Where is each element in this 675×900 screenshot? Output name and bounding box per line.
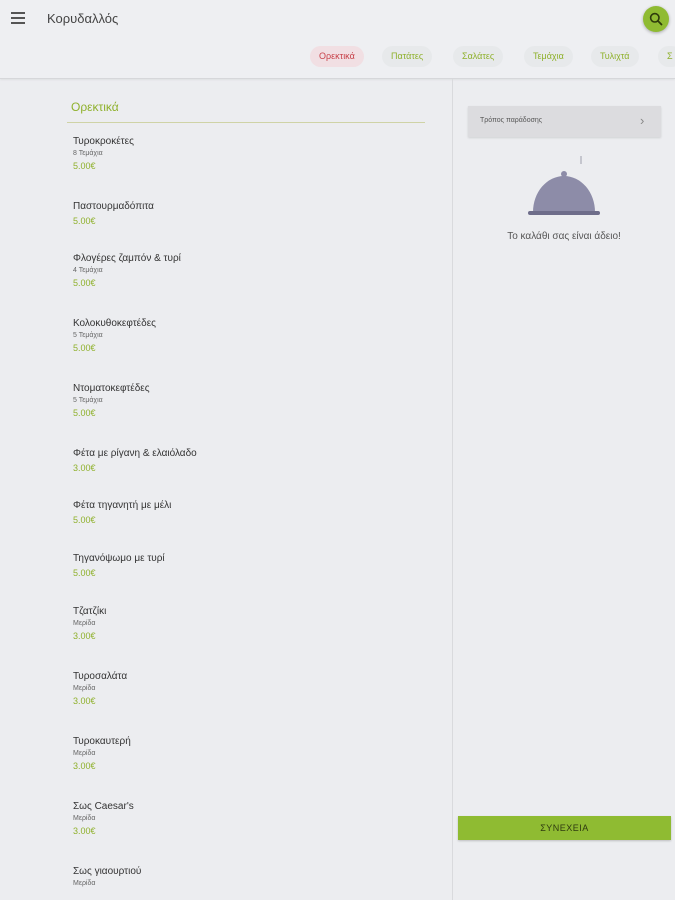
product-item[interactable]: Φλογέρες ζαμπόν & τυρί 4 Τεμάχια 5.00€ — [73, 253, 413, 288]
section-divider — [67, 122, 425, 123]
product-price: 5.00€ — [73, 278, 96, 288]
product-price: 3.00€ — [73, 463, 96, 473]
product-item[interactable]: Τυροκροκέτες 8 Τεμάχια 5.00€ — [73, 136, 413, 171]
product-price: 5.00€ — [73, 161, 96, 171]
cart-panel: Τρόπος παράδοσης › Το καλάθι σας είναι ά… — [453, 79, 675, 900]
delivery-method-label: Τρόπος παράδοσης — [480, 117, 543, 124]
product-description: Μερίδα — [73, 815, 96, 822]
section-title: Ορεκτικά — [71, 100, 119, 114]
product-name: Τζατζίκι — [73, 606, 107, 617]
product-description: Μερίδα — [73, 620, 96, 627]
product-name: Φλογέρες ζαμπόν & τυρί — [73, 253, 181, 264]
delivery-method-selector[interactable]: Τρόπος παράδοσης › — [468, 106, 661, 137]
product-price: 5.00€ — [73, 408, 96, 418]
product-description: 5 Τεμάχια — [73, 332, 103, 339]
tab-temaxia[interactable]: Τεμάχια — [524, 46, 573, 67]
chevron-right-icon: › — [640, 113, 645, 128]
product-item[interactable]: Τηγανόψωμο με τυρί 5.00€ — [73, 553, 413, 578]
tab-orektika[interactable]: Ορεκτικά — [310, 46, 364, 67]
product-price: 5.00€ — [73, 515, 96, 525]
cloche-icon — [528, 156, 600, 215]
product-name: Κολοκυθοκεφτέδες — [73, 318, 156, 329]
product-item[interactable]: Ντοματοκεφτέδες 5 Τεμάχια 5.00€ — [73, 383, 413, 418]
product-item[interactable]: Τυροσαλάτα Μερίδα 3.00€ — [73, 671, 413, 706]
product-item[interactable]: Σως Caesar's Μερίδα 3.00€ — [73, 801, 413, 836]
product-name: Τυροκροκέτες — [73, 136, 134, 147]
product-item[interactable]: Τζατζίκι Μερίδα 3.00€ — [73, 606, 413, 641]
menu-list: Ορεκτικά Τυροκροκέτες 8 Τεμάχια 5.00€ Πα… — [0, 79, 452, 900]
tab-salates[interactable]: Σαλάτες — [453, 46, 504, 67]
product-price: 5.00€ — [73, 343, 96, 353]
product-description: 5 Τεμάχια — [73, 397, 103, 404]
product-price: 3.00€ — [73, 761, 96, 771]
product-price: 3.00€ — [73, 826, 96, 836]
product-item[interactable]: Κολοκυθοκεφτέδες 5 Τεμάχια 5.00€ — [73, 318, 413, 353]
category-tabs: Ορεκτικά Πατάτες Σαλάτες Τεμάχια Τυλιχτά… — [0, 46, 675, 68]
product-name: Τυροκαυτερή — [73, 736, 131, 747]
product-name: Τηγανόψωμο με τυρί — [73, 553, 165, 564]
page-title: Κορυδαλλός — [47, 11, 119, 26]
product-price: 5.00€ — [73, 568, 96, 578]
tab-tylixta[interactable]: Τυλιχτά — [591, 46, 639, 67]
tab-more[interactable]: Σ — [658, 46, 675, 67]
search-icon — [649, 12, 663, 26]
product-name: Ντοματοκεφτέδες — [73, 383, 150, 394]
product-price: 3.00€ — [73, 631, 96, 641]
product-name: Σως Caesar's — [73, 801, 134, 812]
product-name: Σως γιαουρτιού — [73, 866, 142, 877]
product-description: Μερίδα — [73, 750, 96, 757]
app-bar: Κορυδαλλός Ορεκτικά Πατάτες Σαλάτες Τεμά… — [0, 0, 675, 79]
product-name: Παστουρμαδόπιτα — [73, 201, 154, 212]
product-item[interactable]: Φέτα με ρίγανη & ελαιόλαδο 3.00€ — [73, 448, 413, 473]
product-description: Μερίδα — [73, 685, 96, 692]
product-name: Φέτα με ρίγανη & ελαιόλαδο — [73, 448, 197, 459]
tab-patates[interactable]: Πατάτες — [382, 46, 433, 67]
product-item[interactable]: Παστουρμαδόπιτα 5.00€ — [73, 201, 413, 226]
product-item[interactable]: Τυροκαυτερή Μερίδα 3.00€ — [73, 736, 413, 771]
product-price: 3.00€ — [73, 696, 96, 706]
product-item[interactable]: Φέτα τηγανητή με μέλι 5.00€ — [73, 500, 413, 525]
product-name: Τυροσαλάτα — [73, 671, 128, 682]
empty-cart-message: Το καλάθι σας είναι άδειο! — [507, 231, 621, 242]
product-price: 5.00€ — [73, 216, 96, 226]
product-description: 4 Τεμάχια — [73, 267, 103, 274]
product-item[interactable]: Σως γιαουρτιού Μερίδα — [73, 866, 413, 887]
continue-button[interactable]: ΣΥΝΕΧΕΙΑ — [458, 816, 671, 840]
product-name: Φέτα τηγανητή με μέλι — [73, 500, 172, 511]
product-description: 8 Τεμάχια — [73, 150, 103, 157]
menu-icon[interactable] — [11, 12, 27, 26]
product-description: Μερίδα — [73, 880, 96, 887]
search-button[interactable] — [643, 6, 669, 32]
